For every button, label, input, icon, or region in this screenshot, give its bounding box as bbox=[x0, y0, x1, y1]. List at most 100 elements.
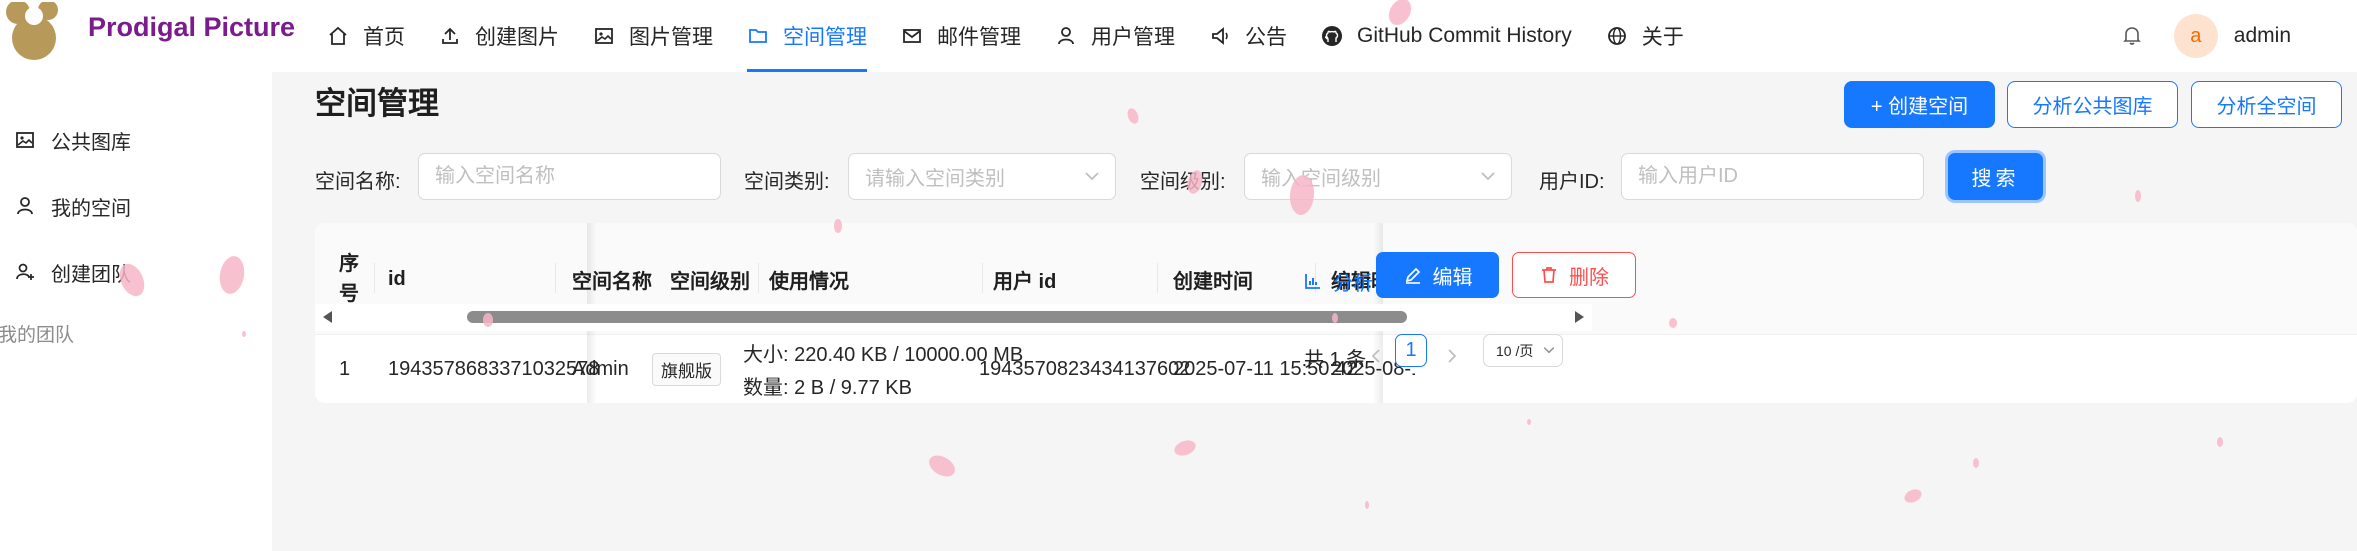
header-user-area: a admin bbox=[2120, 0, 2357, 72]
mail-icon bbox=[901, 25, 923, 47]
page-size-value: 10 /页 bbox=[1496, 342, 1534, 359]
nav-label: 创建图片 bbox=[475, 26, 559, 49]
nav-label: 首页 bbox=[363, 26, 405, 49]
page-title: 空间管理 bbox=[315, 86, 439, 121]
column-header-label: 使用情况 bbox=[769, 270, 849, 293]
analyze-label: 分析 bbox=[1333, 272, 1373, 295]
bar-chart-icon bbox=[1303, 271, 1323, 291]
home-icon bbox=[327, 25, 349, 47]
sidebar: 公共图库 我的空间 创建团队 我的团队 bbox=[0, 72, 272, 551]
pagination-page-1[interactable]: 1 bbox=[1395, 334, 1427, 367]
space-level-label: 空间级别: bbox=[1140, 171, 1226, 193]
space-name-field[interactable] bbox=[418, 153, 721, 200]
main-nav: 首页 创建图片 图片管理 空间管理 邮件管理 用户管理 公告 GitHub Co… bbox=[310, 0, 1701, 72]
nav-item-github-history[interactable]: GitHub Commit History bbox=[1304, 0, 1589, 72]
user-icon bbox=[14, 195, 36, 217]
cell-space-name: Admin bbox=[572, 357, 629, 380]
main-content: 空间管理 + 创建空间 分析公共图库 分析全空间 空间名称: 空间类别: 请输入… bbox=[272, 72, 2357, 551]
analyze-action-link[interactable]: 分析 bbox=[1303, 258, 1373, 304]
trash-icon bbox=[1539, 265, 1559, 285]
cell-user-id: 1943570823434137602 bbox=[979, 357, 1191, 380]
user-id-field[interactable] bbox=[1621, 153, 1924, 200]
edit-label: 编辑 bbox=[1432, 266, 1473, 289]
column-header-label: id bbox=[388, 267, 406, 290]
nav-item-create-picture[interactable]: 创建图片 bbox=[422, 0, 576, 72]
space-name-label: 空间名称: bbox=[315, 171, 401, 193]
table-horizontal-scrollbar[interactable] bbox=[315, 304, 1592, 331]
chevron-down-icon bbox=[1481, 172, 1495, 181]
nav-label: 用户管理 bbox=[1091, 26, 1175, 49]
edit-icon bbox=[1403, 265, 1423, 285]
nav-item-picture-manage[interactable]: 图片管理 bbox=[576, 0, 730, 72]
pagination-next-icon[interactable] bbox=[1442, 346, 1462, 366]
nav-label: 公告 bbox=[1245, 26, 1287, 49]
cell-space-level: 旗舰版 bbox=[652, 335, 721, 403]
sidebar-item-create-team[interactable]: 创建团队 bbox=[0, 246, 272, 298]
logo[interactable]: Prodigal Picture bbox=[0, 0, 300, 72]
space-name-input[interactable] bbox=[435, 165, 720, 188]
nav-label: GitHub Commit History bbox=[1357, 24, 1572, 47]
page-size-select[interactable]: 10 /页 bbox=[1483, 334, 1563, 367]
sidebar-item-my-space[interactable]: 我的空间 bbox=[0, 180, 272, 232]
user-name[interactable]: admin bbox=[2234, 24, 2291, 48]
github-icon bbox=[1321, 25, 1343, 47]
logo-mark-icon bbox=[6, 2, 58, 60]
chevron-down-icon bbox=[1085, 172, 1099, 181]
top-header: Prodigal Picture 首页 创建图片 图片管理 空间管理 邮件管理 … bbox=[0, 0, 2357, 72]
nav-label: 关于 bbox=[1641, 26, 1684, 49]
space-level-placeholder: 输入空间级别 bbox=[1261, 168, 1381, 190]
space-type-placeholder: 请输入空间类别 bbox=[865, 168, 1005, 190]
space-level-tag: 旗舰版 bbox=[652, 352, 721, 386]
upload-icon bbox=[439, 25, 461, 47]
nav-label: 空间管理 bbox=[783, 26, 867, 49]
analyze-all-space-button[interactable]: 分析全空间 bbox=[2191, 81, 2342, 128]
folder-icon bbox=[747, 25, 769, 47]
sidebar-item-label: 我的空间 bbox=[51, 197, 131, 220]
create-space-button[interactable]: + 创建空间 bbox=[1844, 81, 1995, 128]
nav-label: 图片管理 bbox=[629, 26, 713, 49]
column-header-label: 空间级别 bbox=[670, 270, 750, 293]
column-header-label: 空间名称 bbox=[572, 270, 652, 293]
nav-item-mail-manage[interactable]: 邮件管理 bbox=[884, 0, 1038, 72]
team-add-icon bbox=[14, 261, 36, 283]
avatar[interactable]: a bbox=[2173, 14, 2218, 58]
sidebar-item-label: 创建团队 bbox=[51, 263, 131, 286]
nav-label: 邮件管理 bbox=[937, 26, 1021, 49]
column-header-label: 用户 id bbox=[993, 270, 1057, 293]
cell-index: 1 bbox=[339, 357, 351, 380]
pagination-total: 共 1 条 bbox=[1304, 349, 1367, 371]
sound-icon bbox=[1209, 25, 1231, 47]
nav-item-user-manage[interactable]: 用户管理 bbox=[1038, 0, 1192, 72]
sidebar-group-my-teams: 我的团队 bbox=[0, 325, 75, 346]
edit-button[interactable]: 编辑 bbox=[1376, 252, 1499, 298]
scrollbar-thumb[interactable] bbox=[467, 311, 1407, 323]
space-type-select[interactable]: 请输入空间类别 bbox=[848, 153, 1116, 200]
nav-item-about[interactable]: 关于 bbox=[1589, 0, 1701, 72]
bell-icon[interactable] bbox=[2120, 24, 2144, 48]
user-id-input[interactable] bbox=[1638, 165, 1923, 188]
sidebar-item-public-gallery[interactable]: 公共图库 bbox=[0, 114, 272, 166]
cell-id: 1943578683371032578 bbox=[388, 357, 600, 380]
brand-name: Prodigal Picture bbox=[88, 12, 296, 42]
scroll-left-arrow-icon[interactable] bbox=[323, 311, 332, 323]
search-button[interactable]: 搜索 bbox=[1948, 153, 2043, 200]
column-header-label: 创建时间 bbox=[1173, 270, 1253, 293]
column-header-label: 序号 bbox=[339, 253, 359, 305]
globe-icon bbox=[1606, 25, 1628, 47]
scroll-right-arrow-icon[interactable] bbox=[1575, 311, 1584, 323]
nav-item-announcement[interactable]: 公告 bbox=[1192, 0, 1304, 72]
pagination-prev-icon[interactable] bbox=[1366, 346, 1386, 366]
space-type-label: 空间类别: bbox=[744, 171, 830, 193]
chevron-down-icon bbox=[1543, 347, 1555, 354]
space-level-select[interactable]: 输入空间级别 bbox=[1244, 153, 1512, 200]
analyze-public-gallery-button[interactable]: 分析公共图库 bbox=[2007, 81, 2178, 128]
nav-item-space-manage[interactable]: 空间管理 bbox=[730, 0, 884, 72]
nav-item-home[interactable]: 首页 bbox=[310, 0, 422, 72]
sidebar-item-label: 公共图库 bbox=[51, 131, 131, 154]
image-icon bbox=[593, 25, 615, 47]
picture-icon bbox=[14, 129, 36, 151]
user-icon bbox=[1055, 25, 1077, 47]
delete-button[interactable]: 删除 bbox=[1512, 252, 1636, 298]
user-id-label: 用户ID: bbox=[1539, 171, 1605, 193]
delete-label: 删除 bbox=[1569, 266, 1609, 289]
